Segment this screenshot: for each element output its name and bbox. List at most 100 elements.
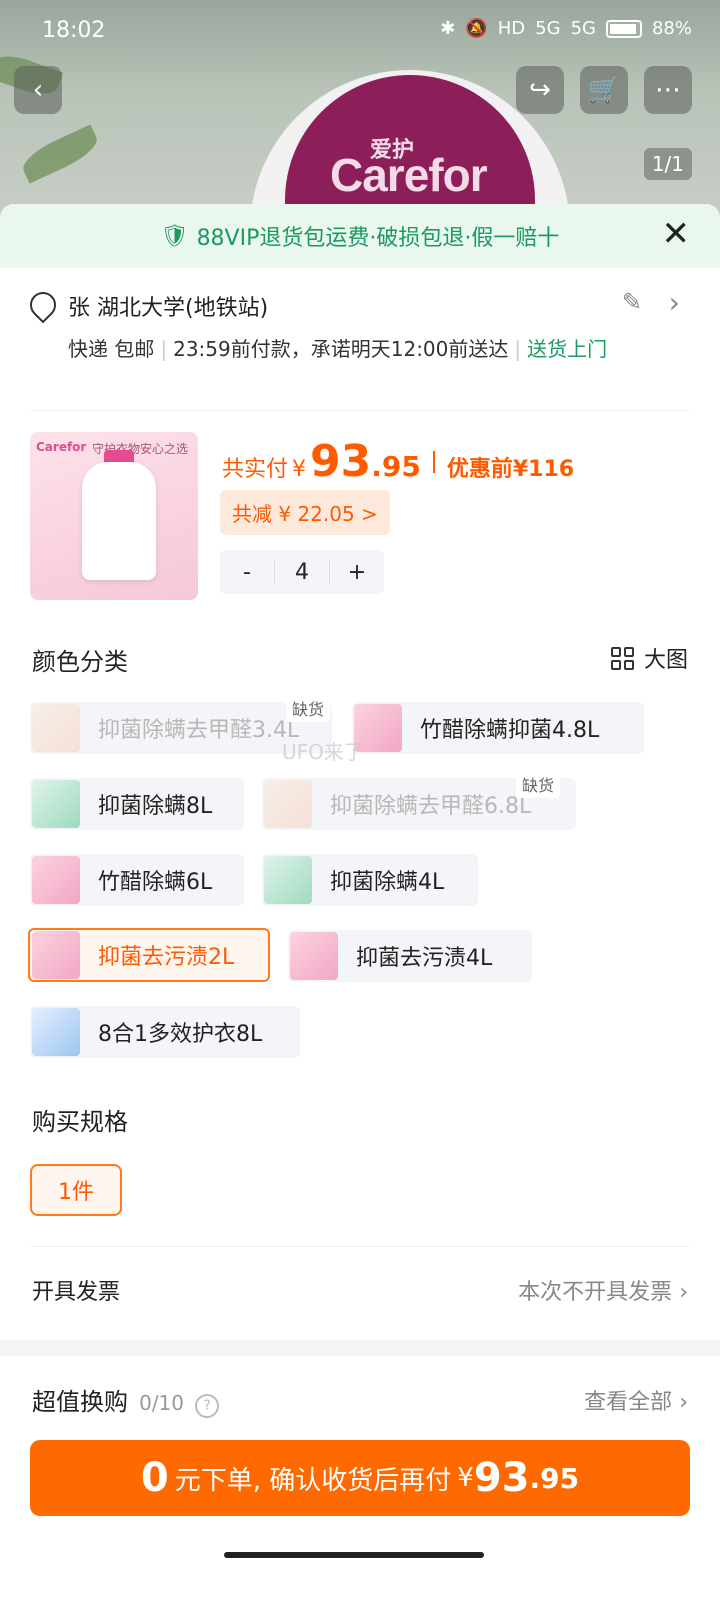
cta-currency: ¥: [457, 1463, 474, 1493]
home-indicator[interactable]: [224, 1552, 484, 1558]
bottle-body: [82, 462, 156, 580]
status-bar: 18:02 ✱ 🔕 HD 5G 5G 88%: [0, 0, 720, 64]
divider: [30, 1246, 690, 1247]
location-pin-icon: [24, 286, 62, 324]
delivery-method: 快递 包邮: [68, 337, 155, 361]
option-label: 抑菌除螨8L: [98, 794, 213, 819]
swap-row: 超值换购 0/10 ? 查看全部 ›: [32, 1382, 688, 1418]
close-icon[interactable]: ✕: [662, 214, 691, 254]
swap-count: 0/10: [139, 1391, 185, 1415]
image-pager: 1/1: [643, 148, 692, 180]
color-section-title: 颜色分类: [32, 648, 128, 676]
pay-label: 共实付: [222, 457, 289, 482]
option-thumbnail: [32, 1008, 80, 1056]
color-option[interactable]: 竹醋除螨6L: [30, 854, 244, 906]
edit-icon[interactable]: ✎: [622, 288, 642, 316]
leaf-decoration: [17, 124, 103, 184]
color-option[interactable]: 抑菌除螨8L: [30, 778, 244, 830]
discount-badge[interactable]: 共减 ¥ 22.05 >: [220, 490, 390, 535]
swap-title: 超值换购: [32, 1388, 128, 1416]
address-name: 张 湖北大学(地铁站): [68, 296, 269, 321]
chevron-right-icon: ›: [668, 286, 680, 319]
invoice-row[interactable]: 开具发票 本次不开具发票 ›: [32, 1274, 688, 1306]
view-all-link[interactable]: 查看全部 ›: [584, 1384, 688, 1416]
delivery-promise: 23:59前付款，承诺明天12:00前送达: [173, 337, 509, 361]
help-icon[interactable]: ?: [195, 1393, 220, 1418]
vip-banner-text: 88VIP退货包运费·破损包退·假一赔十: [196, 226, 560, 251]
qty-plus-button[interactable]: +: [330, 560, 384, 585]
bluetooth-icon: ✱: [440, 18, 456, 39]
color-option[interactable]: 抑菌除螨4L: [262, 854, 478, 906]
shield-check-icon: 🛡: [160, 223, 189, 249]
qty-value[interactable]: 4: [274, 559, 330, 585]
spec-section-title: 购买规格: [32, 1108, 128, 1136]
option-thumbnail: [32, 856, 80, 904]
invoice-value: 本次不开具发票 ›: [518, 1274, 688, 1306]
option-label: 抑菌去污渍4L: [356, 946, 493, 971]
share-icon: ↪: [529, 75, 551, 105]
place-order-button[interactable]: 0 元下单, 确认收货后再付 ¥ 93 .95: [30, 1440, 690, 1516]
clock: 18:02: [42, 18, 106, 43]
big-view-button[interactable]: 大图: [610, 642, 688, 674]
color-option-selected[interactable]: 抑菌去污渍2L: [28, 928, 270, 982]
price-row: 共实付 ¥ 93 .95 优惠前 ¥116: [222, 436, 574, 487]
invoice-value-text: 本次不开具发票: [518, 1280, 673, 1305]
option-label: 抑菌除螨去甲醛6.8L: [330, 794, 532, 819]
signal-5g-icon: 5G: [535, 18, 561, 39]
color-option[interactable]: 8合1多效护衣8L: [30, 1006, 300, 1058]
thumb-brand: Carefor: [36, 440, 87, 454]
section-gap: [0, 1340, 720, 1356]
out-of-stock-badge: 缺货: [286, 694, 331, 722]
option-thumbnail: [32, 780, 80, 828]
option-label: 8合1多效护衣8L: [98, 1022, 263, 1047]
option-thumbnail: [264, 856, 312, 904]
invoice-label: 开具发票: [32, 1280, 121, 1305]
cta-text: 元下单, 确认收货后再付: [174, 1465, 452, 1496]
share-button[interactable]: ↪: [516, 66, 564, 114]
option-thumbnail: [264, 780, 312, 828]
grid-icon: [610, 646, 634, 670]
product-thumbnail[interactable]: Carefor 守护衣物安心之选: [30, 432, 198, 600]
orig-price: ¥116: [512, 457, 575, 482]
sku-sheet: 🛡 88VIP退货包运费·破损包退·假一赔十 ✕ 张 湖北大学(地铁站) ✎ ›…: [0, 204, 720, 1600]
status-icons: ✱ 🔕 HD 5G 5G 88%: [440, 18, 692, 39]
watermark: UFO来了: [282, 740, 364, 764]
cta-price-decimal: .95: [529, 1461, 580, 1495]
quantity-stepper: - 4 +: [220, 550, 384, 594]
brand-logo-en: Carefor: [330, 149, 488, 201]
chevron-right-icon: ›: [679, 1390, 688, 1415]
cta-price-integer: 93: [473, 1455, 530, 1501]
option-thumbnail: [290, 932, 338, 980]
hd-badge: HD: [497, 18, 526, 39]
orig-label: 优惠前: [446, 457, 513, 482]
back-button[interactable]: ‹: [14, 66, 62, 114]
cart-button[interactable]: 🛒: [580, 66, 628, 114]
spec-option-selected[interactable]: 1件: [30, 1164, 122, 1216]
option-thumbnail: [32, 704, 80, 752]
more-icon: ⋯: [655, 75, 681, 105]
color-option[interactable]: 抑菌去污渍4L: [288, 930, 532, 982]
cart-icon: 🛒: [587, 75, 621, 105]
price-integer: 93: [310, 436, 372, 487]
vip-banner: 🛡 88VIP退货包运费·破损包退·假一赔十 ✕: [0, 204, 720, 268]
view-all-label: 查看全部: [584, 1390, 673, 1415]
option-label: 抑菌除螨去甲醛3.4L: [98, 718, 300, 743]
signal-5g-icon-2: 5G: [570, 18, 596, 39]
out-of-stock-badge: 缺货: [516, 770, 561, 798]
price-decimal: .95: [371, 450, 421, 483]
color-option[interactable]: 竹醋除螨抑菌4.8L: [352, 702, 644, 754]
currency: ¥: [292, 457, 307, 482]
option-label: 抑菌除螨4L: [330, 870, 445, 895]
qty-minus-button[interactable]: -: [220, 560, 274, 585]
mute-bell-icon: 🔕: [465, 18, 488, 39]
shipping-info: 快递 包邮 | 23:59前付款，承诺明天12:00前送达 | 送货上门: [68, 337, 608, 361]
option-label: 竹醋除螨6L: [98, 870, 213, 895]
cta-zero: 0: [140, 1455, 169, 1501]
battery-percent: 88%: [651, 18, 692, 39]
separator: [432, 450, 435, 473]
battery-icon: [605, 19, 642, 38]
chevron-right-icon: ›: [679, 1280, 688, 1305]
big-view-label: 大图: [643, 648, 688, 673]
more-button[interactable]: ⋯: [644, 66, 692, 114]
option-label: 竹醋除螨抑菌4.8L: [420, 718, 600, 743]
